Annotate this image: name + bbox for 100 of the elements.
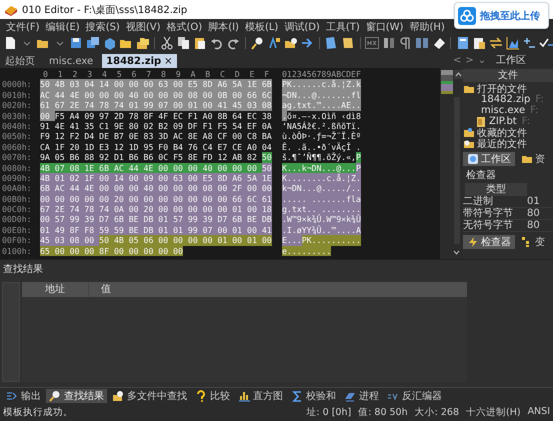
prev-button[interactable]: < — [453, 54, 462, 66]
column-header: 7 — [145, 69, 152, 80]
column-header: 0 — [42, 69, 49, 80]
menu-item[interactable]: 文件(F) — [3, 20, 43, 34]
ascii-text[interactable]: E... — [282, 235, 302, 246]
redo-icon[interactable] — [226, 36, 240, 50]
hex-bytes[interactable]: F9 12 F2 D4 DE B7 0E 83 3D AC 8E A8 CF 00 C8 BA — [40, 131, 272, 142]
file-tab[interactable]: misc.exe — [44, 54, 102, 68]
menu-button[interactable]: ⌄ — [478, 54, 486, 66]
hex-bytes[interactable]: 9A 05 B6 88 92 D1 B6 B6 0C F5 8E FD 12 AB 82 — [40, 152, 262, 163]
cut-icon[interactable] — [160, 36, 174, 50]
find-files-icon[interactable] — [284, 36, 298, 50]
hex-bytes[interactable]: 01 49 8F F8 59 59 BE DB 01 01 99 07 00 01 00 41 — [40, 224, 272, 236]
scroll-down-icon[interactable] — [452, 248, 461, 257]
hex-bytes[interactable]: 00 57 99 39 D7 6B BE DB 01 57 99 39 D7 6B BE DB — [40, 214, 272, 225]
tree-item[interactable]: 18482.zip — [481, 94, 530, 105]
calculator-icon[interactable] — [456, 36, 470, 50]
menu-item[interactable]: 工具(T) — [322, 20, 363, 34]
bottom-tab[interactable]: 输出 — [3, 389, 44, 403]
columns-icon[interactable] — [382, 36, 396, 50]
check-icon[interactable] — [538, 36, 553, 50]
bottom-tab[interactable]: 查找结果 — [46, 389, 107, 403]
hex-bytes[interactable]: 00 00 00 00 00 20 00 00 00 00 00 00 00 66 6C 61 — [40, 194, 272, 204]
bottom-tab[interactable]: 进程 — [341, 389, 382, 403]
ascii-text[interactable]: ù.òÔÞ·.ƒ=¬Ž¨Ï.Èº — [282, 131, 361, 142]
ascii-text[interactable]: š.¶ˆ’Ñ¶¶.õŽý.«‚ — [282, 152, 356, 163]
close-button[interactable]: × — [164, 56, 173, 66]
menu-item[interactable]: 格式(O) — [164, 20, 206, 34]
hex-bytes[interactable]: CA 1F 20 1D E3 12 1D 95 F0 B4 76 C4 E7 CE A0 04 — [40, 142, 272, 152]
hex-bytes[interactable]: 91 4E 41 35 C1 9E 80 02 B2 09 DF F1 F5 54 EF 0A — [40, 120, 272, 132]
question-icon — [195, 390, 207, 402]
ascii-text[interactable]: Ê. .ã..•ð´vÄçÎ . — [282, 142, 361, 152]
replace-icon[interactable] — [267, 36, 282, 50]
status-field: 址: 0 [0h] — [306, 406, 352, 419]
save-icon[interactable] — [69, 36, 84, 50]
chart-icon[interactable] — [506, 36, 520, 50]
menu-item[interactable]: 脚本(I) — [205, 20, 242, 34]
status-message: 模板执行成功。 — [3, 406, 73, 419]
menu-item[interactable]: 编辑(E) — [42, 20, 83, 34]
menu-item[interactable]: 窗口(W) — [362, 20, 406, 34]
panel-tab[interactable]: 检查器 — [463, 235, 515, 249]
menu-item[interactable]: 视图(V) — [122, 20, 164, 34]
menu-item[interactable]: 模板(L) — [242, 20, 282, 34]
file-tab[interactable]: 18482.zip × — [102, 54, 177, 68]
hex-bytes[interactable]: 6B AC 44 4E 00 00 00 40 00 00 00 08 00 2F 00 00 — [40, 183, 272, 194]
ascii-text[interactable]: k¬DN...@...../.. — [282, 183, 361, 194]
bottom-tab[interactable]: 校验和 — [288, 389, 339, 403]
pilcrow-icon[interactable] — [398, 36, 412, 50]
tree-item[interactable]: 收藏的文件 — [477, 126, 527, 140]
folders-icon[interactable] — [136, 36, 150, 50]
bottom-tab[interactable]: 直方图 — [235, 389, 286, 403]
swap-arrows-icon[interactable] — [489, 36, 503, 50]
new-file-icon[interactable] — [3, 36, 17, 50]
ascii-text[interactable]: P — [356, 162, 361, 173]
clipboard-icon[interactable] — [472, 36, 486, 50]
ascii-text[interactable]: õ¤.—-x.Oìñ ‹dì8 — [286, 110, 361, 121]
menu-item[interactable]: 调试(D) — [281, 20, 323, 34]
ascii-text[interactable]: ‘NA5Áž€.².ßñõTï. — [282, 120, 361, 132]
column-header[interactable]: 地址 — [22, 282, 89, 297]
panel-tab[interactable]: 变 — [517, 235, 549, 249]
bottom-tab[interactable]: 多文件中查找 — [109, 389, 190, 403]
tree-item[interactable]: 最近的文件 — [477, 136, 527, 150]
next-button[interactable]: > — [465, 54, 474, 66]
tree-item[interactable]: 打开的文件 — [477, 82, 527, 96]
plus-minus-icon[interactable] — [522, 36, 536, 50]
menu-item[interactable]: 搜索(S) — [82, 20, 123, 34]
scroll-up-icon[interactable] — [454, 70, 462, 79]
bottom-tab[interactable]: 比较 — [192, 389, 233, 403]
upload-widget[interactable]: 拖拽至此上传 — [454, 2, 549, 29]
ascii-text[interactable]: g.txt.. ........ — [282, 204, 361, 214]
file-tab[interactable]: 起始页 — [0, 54, 44, 68]
column-header[interactable]: 值 — [89, 282, 111, 297]
undo-icon[interactable] — [210, 36, 224, 50]
hex-mode-icon[interactable] — [365, 36, 380, 50]
ascii-text[interactable]: K........c.å.¦Z. — [282, 172, 361, 184]
offset-label: 00D0h: — [1, 214, 33, 225]
goto-arrow-icon[interactable] — [300, 36, 314, 50]
cube-icon[interactable] — [102, 36, 117, 50]
document-icon[interactable] — [324, 36, 338, 50]
hex-bytes[interactable]: 45 03 08 00 — [40, 235, 100, 246]
ascii-text[interactable]: ..... .......fla — [282, 194, 361, 204]
tree-item[interactable]: misc.exe — [481, 105, 526, 116]
menu-item[interactable]: 帮助(H) — [406, 20, 448, 34]
paste-icon[interactable] — [193, 36, 208, 50]
hex-bytes[interactable]: 4B 01 02 1F 00 14 00 09 00 63 00 E5 8D A6 5A 1E — [40, 172, 272, 184]
tree-item[interactable]: ZIP.bt — [489, 116, 517, 127]
save-all-icon[interactable] — [86, 36, 100, 50]
column-header: 2 — [72, 69, 78, 80]
panel-tab[interactable]: 资 — [517, 152, 549, 166]
ascii-text[interactable]: .W™9×k¾Û.W™9×k¾Û — [282, 214, 361, 225]
ascii-text[interactable]: .I.øYY¾Û..™....A — [282, 224, 361, 236]
eraser-icon[interactable] — [432, 36, 446, 50]
hex-bytes[interactable]: 67 2E 74 78 74 0A 00 20 00 00 00 00 00 01 00 18 — [40, 204, 272, 214]
search-icon[interactable] — [250, 36, 264, 50]
split-view-icon[interactable] — [415, 36, 430, 50]
panel-tab[interactable]: 工作区 — [463, 152, 515, 166]
template-icon[interactable] — [341, 36, 356, 50]
hex-bytes[interactable]: F5 A4 09 97 2D 78 8F 4F EC F1 A0 8B 64 EC 38 — [54, 110, 272, 121]
copy-icon[interactable] — [176, 36, 191, 50]
bottom-tab[interactable]: 反汇编器 — [384, 389, 445, 403]
